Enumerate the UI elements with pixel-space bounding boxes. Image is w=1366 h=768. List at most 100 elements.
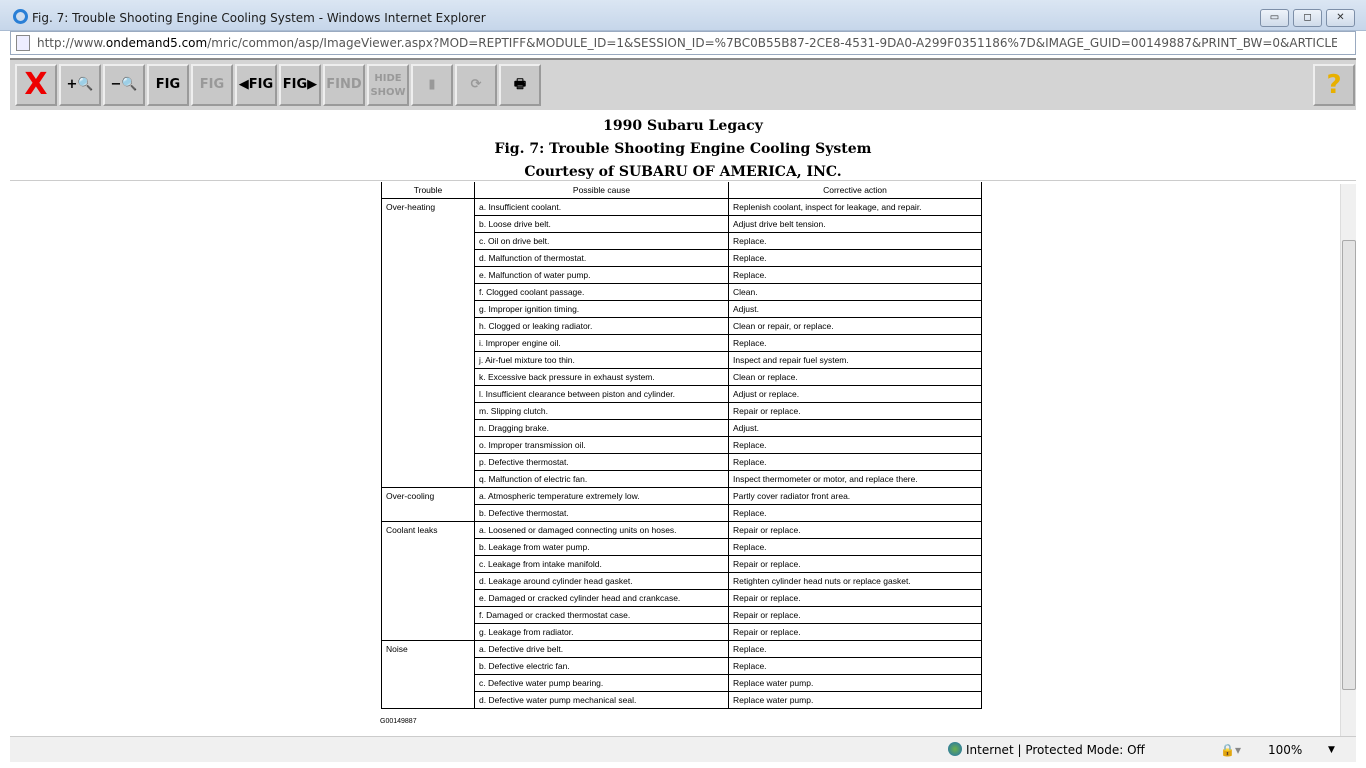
cause-cell: e. Damaged or cracked cylinder head and … [474,588,729,607]
trouble-cell: Over-cooling [381,486,475,522]
maximize-button[interactable]: ◻ [1293,9,1322,27]
cause-cell: g. Leakage from radiator. [474,622,729,641]
toolbar-fig-prev-button[interactable]: ◀FIG [235,64,277,106]
action-cell: Clean or replace. [728,367,982,386]
action-cell: Adjust. [728,418,982,437]
action-cell: Adjust drive belt tension. [728,214,982,233]
zoom-dropdown-icon[interactable]: ▼ [1328,745,1335,755]
troubleshooting-table: Trouble Possible cause Corrective action O… [381,182,982,709]
action-cell: Repair or replace. [728,588,982,607]
url-path: /mric/common/asp/ImageViewer.aspx?MOD=RE… [207,36,1337,50]
table-row: Coolant leaks a. Loosened or damaged conn… [381,520,982,641]
action-cell: Replace. [728,452,982,471]
cause-cell: i. Improper engine oil. [474,333,729,352]
ie-icon [13,9,28,24]
trouble-cell: Noise [381,639,475,709]
cause-cell: p. Defective thermostat. [474,452,729,471]
vehicle-title: 1990 Subaru Legacy [603,118,763,134]
zoom-level[interactable]: 100% [1268,743,1302,757]
viewer-toolbar: ? X +🔍 −🔍 FIG FIG ◀FIG FIG▶ FIND HIDE SHOW ▮ ⟳ 🖶 [10,58,1356,110]
col-trouble: Trouble [381,182,475,199]
action-cell: Replace. [728,265,982,284]
action-cell: Replenish coolant, inspect for leakage, … [728,197,982,216]
close-window-button[interactable]: ✕ [1326,9,1355,27]
courtesy: Courtesy of SUBARU OF AMERICA, INC. [524,164,842,180]
action-cell: Replace. [728,503,982,522]
cause-cell: c. Leakage from intake manifold. [474,554,729,573]
toolbar-print-button[interactable]: 🖶 [499,64,541,106]
action-cell: Partly cover radiator front area. [728,486,982,505]
action-cell: Repair or replace. [728,605,982,624]
action-cell: Replace. [728,639,982,658]
action-cell: Replace. [728,435,982,454]
status-bar: Internet | Protected Mode: Off 🔒▾ 100% ▼ [10,736,1356,762]
cause-cell: j. Air-fuel mixture too thin. [474,350,729,369]
action-cell: Repair or replace. [728,401,982,420]
globe-icon [948,742,962,756]
figure-header: 1990 Subaru Legacy Fig. 7: Trouble Shoot… [10,110,1356,181]
cause-cell: n. Dragging brake. [474,418,729,437]
cause-cell: f. Clogged coolant passage. [474,282,729,301]
figure-title: Fig. 7: Trouble Shooting Engine Cooling … [494,141,872,157]
url-prefix: http://www. [37,36,106,50]
action-cell: Clean. [728,282,982,301]
action-cell: Retighten cylinder head nuts or replace … [728,571,982,590]
figure-id: G00149887 [380,718,417,725]
cause-cell: o. Improper transmission oil. [474,435,729,454]
action-cell: Inspect thermometer or motor, and replac… [728,469,982,488]
cause-cell: b. Defective thermostat. [474,503,729,522]
scroll-thumb[interactable] [1342,240,1356,690]
action-cell: Replace. [728,231,982,250]
table-row: Over-cooling a. Atmospheric temperature e… [381,486,982,522]
cause-cell: a. Loosened or damaged connecting units … [474,520,729,539]
action-cell: Replace. [728,333,982,352]
table-row: Over-heating a. Insufficient coolant. Repl… [381,197,982,488]
action-cell: Clean or repair, or replace. [728,316,982,335]
cause-cell: h. Clogged or leaking radiator. [474,316,729,335]
page-icon [16,35,30,51]
toolbar-hide-show-button[interactable]: HIDE SHOW [367,64,409,106]
toolbar-zoom-in-button[interactable]: +🔍 [59,64,101,106]
action-cell: Adjust. [728,299,982,318]
action-cell: Repair or replace. [728,622,982,641]
toolbar-fig-next-button[interactable]: FIG▶ [279,64,321,106]
address-bar[interactable]: http://www.ondemand5.com/mric/common/asp… [10,31,1356,55]
table-row: Noise a. Defective drive belt. Replace. [381,639,982,709]
cause-cell: d. Defective water pump mechanical seal. [474,690,729,709]
cause-cell: g. Improper ignition timing. [474,299,729,318]
toolbar-fig-hand-button[interactable]: FIG [191,64,233,106]
action-cell: Replace water pump. [728,673,982,692]
cause-cell: a. Insufficient coolant. [474,197,729,216]
help-button[interactable]: ? [1313,64,1355,106]
url-domain: ondemand5.com [105,36,208,50]
action-cell: Inspect and repair fuel system. [728,350,982,369]
url-text[interactable]: http://www.ondemand5.com/mric/common/asp… [37,36,1337,50]
table-header: Trouble Possible cause Corrective action [381,182,982,199]
window-title: Fig. 7: Trouble Shooting Engine Cooling … [32,11,486,25]
toolbar-paint-button[interactable]: ▮ [411,64,453,106]
minimize-button[interactable]: ▭ [1260,9,1289,27]
col-action: Corrective action [728,182,982,199]
cause-cell: l. Insufficient clearance between piston… [474,384,729,403]
toolbar-find-button[interactable]: FIND [323,64,365,106]
col-cause: Possible cause [474,182,729,199]
action-cell: Replace water pump. [728,690,982,709]
toolbar-zoom-out-button[interactable]: −🔍 [103,64,145,106]
cause-cell: b. Leakage from water pump. [474,537,729,556]
trouble-cell: Over-heating [381,197,475,488]
toolbar-fig-window-button[interactable]: FIG [147,64,189,106]
popup-lock-icon[interactable]: 🔒▾ [1220,743,1241,757]
cause-cell: b. Defective electric fan. [474,656,729,675]
vertical-scrollbar[interactable] [1340,184,1356,736]
action-cell: Repair or replace. [728,554,982,573]
action-cell: Replace. [728,537,982,556]
toolbar-close-button[interactable]: X [15,64,57,106]
toolbar-refresh-button[interactable]: ⟳ [455,64,497,106]
action-cell: Replace. [728,248,982,267]
title-bar: Fig. 7: Trouble Shooting Engine Cooling … [0,0,1366,31]
cause-cell: b. Loose drive belt. [474,214,729,233]
cause-cell: c. Defective water pump bearing. [474,673,729,692]
cause-cell: f. Damaged or cracked thermostat case. [474,605,729,624]
cause-cell: e. Malfunction of water pump. [474,265,729,284]
action-cell: Repair or replace. [728,520,982,539]
